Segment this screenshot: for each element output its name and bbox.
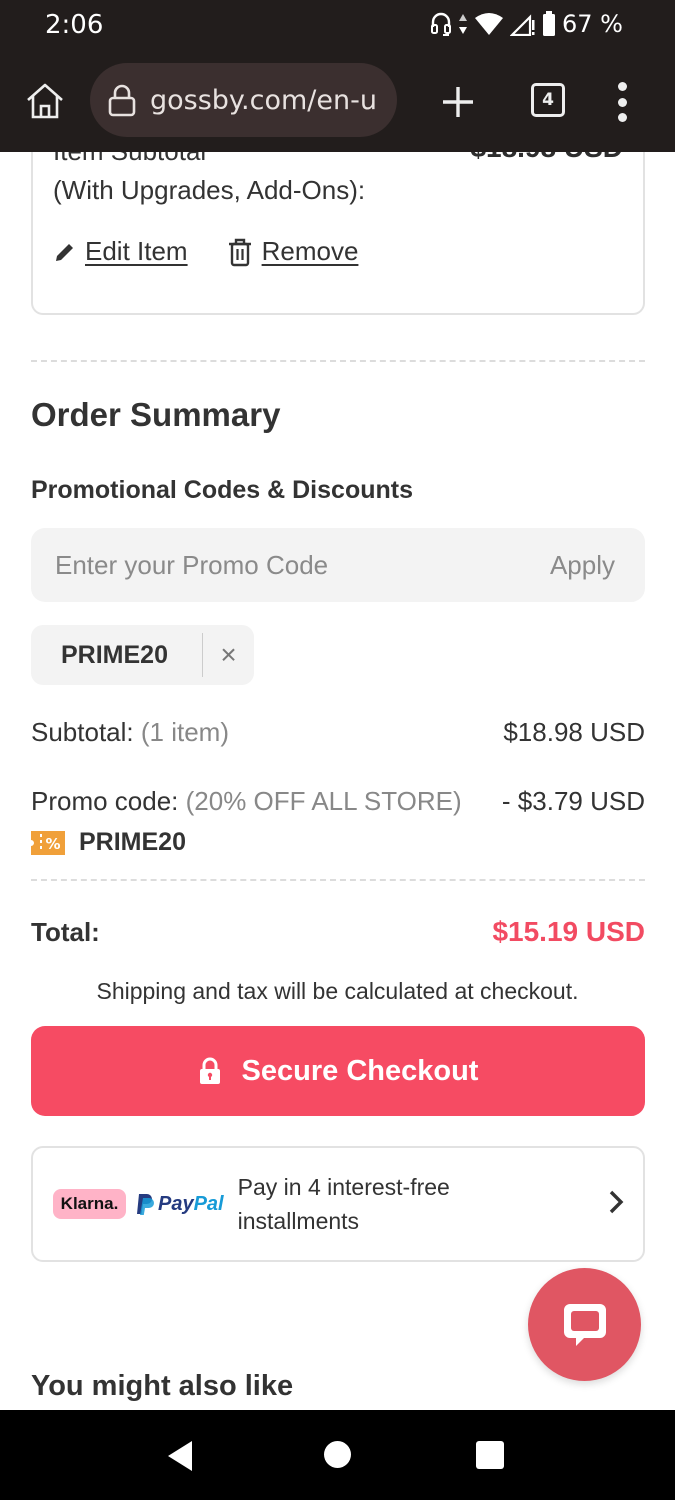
status-time: 2:06: [45, 10, 104, 40]
lock-icon: [199, 1057, 220, 1084]
svg-text:%: %: [45, 835, 60, 853]
home-nav-icon[interactable]: [324, 1441, 351, 1468]
promo-label: Promo code: (20% OFF ALL STORE): [31, 786, 462, 816]
promo-row: Promo code: (20% OFF ALL STORE) - $3.79 …: [31, 786, 645, 817]
trash-icon: [228, 238, 251, 266]
checkout-label: Secure Checkout: [241, 1054, 479, 1087]
back-icon[interactable]: [166, 1440, 194, 1472]
edit-item-link[interactable]: Edit Item: [85, 236, 188, 267]
item-actions: Edit Item Remove: [53, 236, 396, 267]
home-icon[interactable]: [24, 80, 66, 122]
signal-alert-icon: [510, 14, 535, 36]
item-subtotal-value: $18.98 USD: [470, 152, 623, 164]
cart-item-card: Item Subtotal (With Upgrades, Add-Ons): …: [31, 152, 645, 315]
chat-bubble-icon: [563, 1303, 606, 1346]
wifi-icon: [475, 13, 504, 35]
installments-text: Pay in 4 interest-free installments: [237, 1174, 450, 1234]
secure-checkout-button[interactable]: Secure Checkout: [31, 1026, 645, 1116]
browser-toolbar: gossby.com/en-u 4: [0, 52, 675, 152]
paypal-logo: PayPal: [136, 1192, 224, 1216]
shipping-note: Shipping and tax will be calculated at c…: [96, 978, 579, 1004]
new-tab-icon[interactable]: [438, 82, 478, 122]
subtotal-row: Subtotal: (1 item) $18.98 USD: [31, 717, 645, 748]
live-chat-button[interactable]: [528, 1268, 641, 1381]
promo-discount-value: - $3.79 USD: [501, 786, 645, 816]
coupon-percent-icon: %: [31, 830, 65, 855]
battery-icon: [543, 11, 556, 36]
subtotal-value: $18.98 USD: [503, 717, 645, 747]
remove-promo-icon[interactable]: ×: [203, 639, 254, 671]
applied-promo-chip: PRIME20 ×: [31, 625, 254, 685]
remove-item-button[interactable]: Remove: [226, 236, 359, 267]
remove-item-link[interactable]: Remove: [262, 236, 359, 267]
applied-coupon: % PRIME20: [31, 828, 186, 857]
battery-percent: 67 %: [562, 10, 623, 38]
recents-icon[interactable]: [476, 1441, 504, 1469]
applied-promo-code: PRIME20: [61, 640, 168, 669]
address-bar[interactable]: gossby.com/en-u: [90, 63, 397, 137]
total-label: Total:: [31, 916, 100, 947]
pencil-icon: [56, 243, 73, 261]
tab-switcher-button[interactable]: 4: [531, 83, 565, 117]
more-menu-icon[interactable]: [612, 82, 632, 122]
apply-promo-button[interactable]: Apply: [550, 550, 615, 581]
paypal-p-icon: [137, 1194, 154, 1215]
promo-code-field: Apply: [31, 528, 645, 602]
total-divider: [31, 879, 645, 881]
edit-item-button[interactable]: Edit Item: [53, 236, 188, 267]
total-row: Total: $15.19 USD: [31, 916, 645, 948]
data-arrows-icon: [459, 14, 468, 34]
installments-card[interactable]: Klarna. PayPal Pay in 4 interest-free in…: [31, 1146, 645, 1262]
status-bar: 2:06 67 %: [0, 0, 675, 52]
promo-code-input[interactable]: [55, 549, 475, 581]
status-icons: 67 %: [430, 10, 623, 38]
promo-heading: Promotional Codes & Discounts: [31, 476, 413, 504]
page-content: Item Subtotal (With Upgrades, Add-Ons): …: [0, 152, 675, 1410]
section-divider: [31, 360, 645, 362]
lock-icon: [108, 84, 136, 117]
order-summary-title: Order Summary: [31, 396, 281, 433]
total-value: $15.19 USD: [492, 916, 645, 947]
coupon-code: PRIME20: [79, 828, 186, 856]
headset-icon: [431, 12, 452, 36]
item-subtotal-label: Item Subtotal (With Upgrades, Add-Ons):: [53, 152, 366, 205]
klarna-logo: Klarna.: [53, 1189, 126, 1219]
chevron-right-icon: [609, 1190, 624, 1214]
url-text: gossby.com/en-u: [150, 84, 377, 116]
subtotal-label: Subtotal: (1 item): [31, 717, 229, 747]
system-nav-bar: [0, 1410, 675, 1500]
recommendations-title: You might also like: [31, 1370, 294, 1402]
